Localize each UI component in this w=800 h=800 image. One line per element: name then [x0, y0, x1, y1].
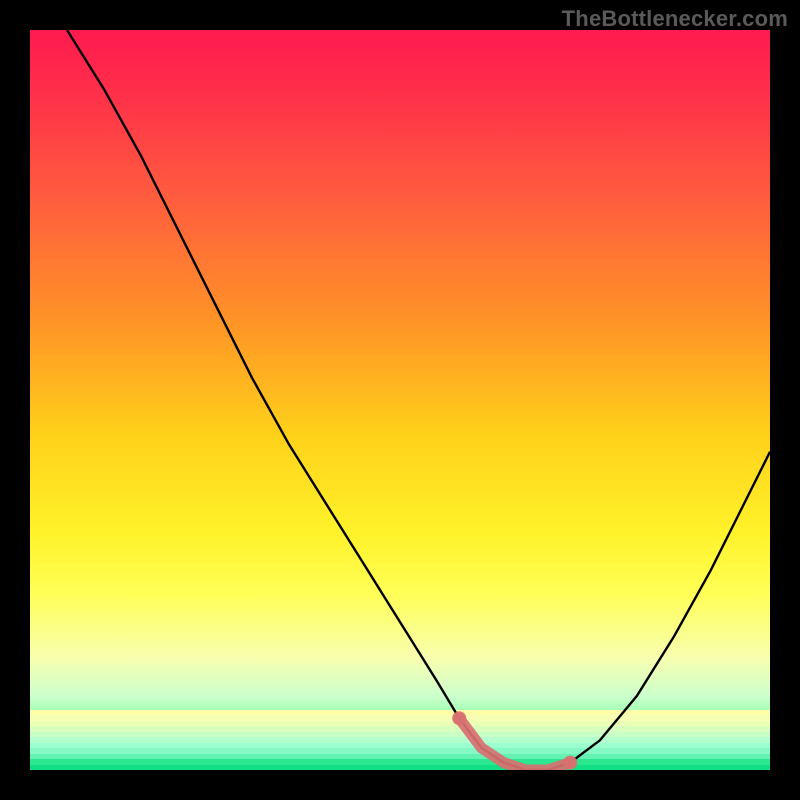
curve-line	[67, 30, 770, 770]
chart-container: TheBottlenecker.com	[0, 0, 800, 800]
watermark: TheBottlenecker.com	[562, 6, 788, 32]
plot-area	[30, 30, 770, 770]
sweet-spot-markers	[452, 711, 577, 770]
bottleneck-curve	[30, 30, 770, 770]
